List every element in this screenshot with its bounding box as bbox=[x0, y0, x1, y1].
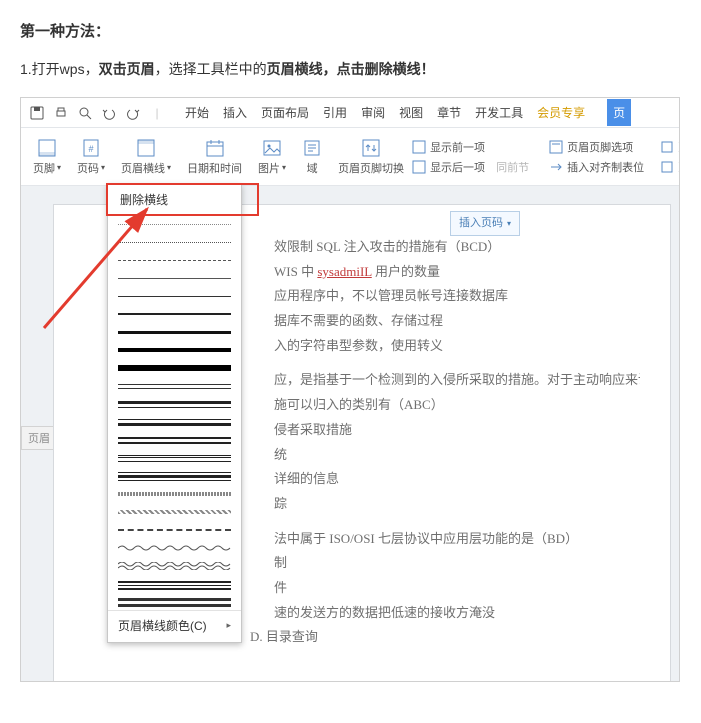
show-next[interactable]: 显示后一项 同前节 bbox=[412, 159, 529, 175]
tab-review[interactable]: 审阅 bbox=[361, 104, 385, 121]
tab-pagelayout[interactable]: 页面布局 bbox=[261, 104, 309, 121]
line-style[interactable] bbox=[118, 544, 231, 552]
switch-icon bbox=[361, 138, 381, 158]
ribbon-datetime[interactable]: 日期和时间 bbox=[179, 138, 250, 176]
tab-reference[interactable]: 引用 bbox=[323, 104, 347, 121]
footer-icon bbox=[37, 138, 57, 158]
doc-line: 入的字符串型参数，使用转义 bbox=[274, 334, 640, 359]
quick-access: | bbox=[21, 105, 173, 121]
doc-line: 效限制 SQL 注入攻击的措施有（BCD） bbox=[274, 235, 640, 260]
line-style[interactable] bbox=[118, 562, 231, 570]
line-style[interactable] bbox=[118, 472, 231, 480]
titlebar: | 开始 插入 页面布局 引用 审阅 视图 章节 开发工具 会员专享 页 bbox=[21, 98, 679, 128]
align-icon bbox=[549, 160, 563, 174]
line-style-list bbox=[108, 214, 241, 610]
ribbon-switch[interactable]: 页眉页脚切换 bbox=[330, 138, 412, 176]
doc-line: 施可以归入的类别有（ABC） bbox=[274, 393, 640, 418]
doc-line: 速的发送方的数据把低速的接收方淹没 bbox=[274, 601, 640, 626]
tab-devtools[interactable]: 开发工具 bbox=[475, 104, 523, 121]
method-heading: 第一种方法： bbox=[20, 20, 681, 41]
ribbon-right-col2: 页眉页脚选项 插入对齐制表位 bbox=[549, 139, 648, 175]
ribbon-pagenum[interactable]: # 页码▾ bbox=[69, 138, 113, 176]
line-style[interactable] bbox=[118, 490, 231, 498]
headerline-icon bbox=[136, 138, 156, 158]
doc-line: 据库不需要的函数、存储过程 bbox=[274, 309, 640, 334]
insert-pagenum-button[interactable]: 插入页码▾ bbox=[450, 211, 520, 236]
line-style[interactable] bbox=[118, 580, 231, 588]
screenshot: | 开始 插入 页面布局 引用 审阅 视图 章节 开发工具 会员专享 页 页脚▾… bbox=[20, 97, 680, 682]
tab-section[interactable]: 章节 bbox=[437, 104, 461, 121]
tab-bar: 开始 插入 页面布局 引用 审阅 视图 章节 开发工具 会员专享 页 bbox=[173, 99, 631, 126]
tab-start[interactable]: 开始 bbox=[185, 104, 209, 121]
ribbon-right-col3: 页眉顶 页脚底 bbox=[660, 139, 680, 175]
ribbon: 页脚▾ # 页码▾ 页眉横线▾ 日期和时间 图片▾ 域 页眉页脚切换 显示前一项 bbox=[21, 128, 679, 186]
prev-icon bbox=[412, 140, 426, 154]
doc-line: 侵者采取措施 bbox=[274, 418, 640, 443]
options-icon bbox=[549, 140, 563, 154]
doc-line: 法中属于 ISO/OSI 七层协议中应用层功能的是（BD） bbox=[274, 527, 640, 552]
preview-icon[interactable] bbox=[77, 105, 93, 121]
redo-icon[interactable] bbox=[125, 105, 141, 121]
doc-line: 应，是指基于一个检测到的入侵所采取的措施。对于主动响应来说，其 bbox=[274, 368, 640, 393]
field-icon bbox=[302, 138, 322, 158]
line-style[interactable] bbox=[118, 256, 231, 264]
ribbon-field[interactable]: 域 bbox=[294, 138, 330, 176]
doc-line: 踪 bbox=[274, 492, 640, 517]
delete-line-item[interactable]: 删除横线 bbox=[108, 185, 241, 214]
tab-insert[interactable]: 插入 bbox=[223, 104, 247, 121]
line-style[interactable] bbox=[118, 364, 231, 372]
step-text: 1.打开wps，双击页眉，选择工具栏中的页眉横线，点击删除横线！ bbox=[20, 59, 681, 79]
line-style[interactable] bbox=[118, 274, 231, 282]
tab-extra[interactable]: 页 bbox=[607, 99, 631, 126]
show-prev[interactable]: 显示前一项 bbox=[412, 139, 529, 155]
ribbon-picture[interactable]: 图片▾ bbox=[250, 138, 294, 176]
undo-icon[interactable] bbox=[101, 105, 117, 121]
doc-line: 应用程序中，不以管理员帐号连接数据库 bbox=[274, 284, 640, 309]
doc-line: WIS 中 sysadmiIL 用户的数量 bbox=[274, 260, 640, 285]
line-style[interactable] bbox=[118, 454, 231, 462]
next-icon bbox=[412, 160, 426, 174]
line-style[interactable] bbox=[118, 310, 231, 318]
doc-line: 件 bbox=[274, 576, 640, 601]
line-style[interactable] bbox=[118, 382, 231, 390]
line-style[interactable] bbox=[118, 598, 231, 606]
tab-vip[interactable]: 会员专享 bbox=[537, 104, 585, 121]
line-style[interactable] bbox=[118, 328, 231, 336]
svg-text:#: # bbox=[89, 144, 94, 154]
line-style[interactable] bbox=[118, 400, 231, 408]
print-icon[interactable] bbox=[53, 105, 69, 121]
doc-line: 详细的信息 bbox=[274, 467, 640, 492]
dist2-icon bbox=[660, 160, 674, 174]
line-style[interactable] bbox=[118, 292, 231, 300]
line-color-item[interactable]: 页眉横线颜色(C)▸ bbox=[108, 610, 241, 640]
line-style[interactable] bbox=[118, 238, 231, 246]
tab-view[interactable]: 视图 bbox=[399, 104, 423, 121]
ribbon-footer[interactable]: 页脚▾ bbox=[25, 138, 69, 176]
line-style[interactable] bbox=[118, 508, 231, 516]
line-style[interactable] bbox=[118, 436, 231, 444]
ribbon-right-col1: 显示前一项 显示后一项 同前节 bbox=[412, 139, 533, 175]
line-style[interactable] bbox=[118, 346, 231, 354]
line-style[interactable] bbox=[118, 220, 231, 228]
pagenum-icon: # bbox=[81, 138, 101, 158]
picture-icon bbox=[262, 138, 282, 158]
hf-options[interactable]: 页眉页脚选项 bbox=[549, 139, 644, 155]
insert-align-tab[interactable]: 插入对齐制表位 bbox=[549, 159, 644, 175]
calendar-icon bbox=[205, 138, 225, 158]
header-top-dist[interactable]: 页眉顶 bbox=[660, 139, 680, 155]
headerline-dropdown: 删除横线 bbox=[107, 184, 242, 643]
doc-line: D. 目录查询 bbox=[250, 625, 640, 650]
header-side-tab: 页眉 bbox=[21, 426, 57, 450]
doc-line: 统 bbox=[274, 443, 640, 468]
save-icon[interactable] bbox=[29, 105, 45, 121]
footer-bottom-dist[interactable]: 页脚底 bbox=[660, 159, 680, 175]
doc-line: 制 bbox=[274, 551, 640, 576]
dist-icon bbox=[660, 140, 674, 154]
line-style[interactable] bbox=[118, 526, 231, 534]
ribbon-headerline[interactable]: 页眉横线▾ bbox=[113, 138, 179, 176]
line-style[interactable] bbox=[118, 418, 231, 426]
